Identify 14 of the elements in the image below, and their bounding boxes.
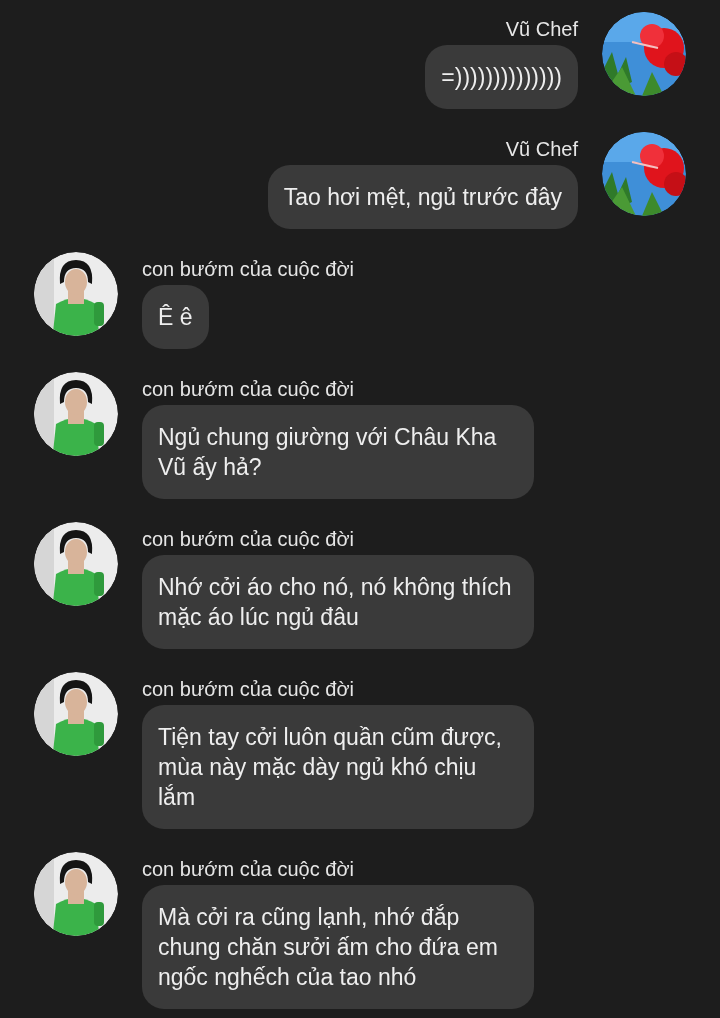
message-bubble: Ngủ chung giường với Châu Kha Vũ ấy hả? bbox=[142, 405, 534, 499]
sender-name: con bướm của cuộc đời bbox=[142, 857, 354, 882]
sender-name: Vũ Chef bbox=[505, 17, 578, 42]
message-bubble: Ê ê bbox=[142, 285, 209, 349]
message-bubble: =)))))))))))))) bbox=[425, 45, 578, 109]
message-bubble: Mà cởi ra cũng lạnh, nhớ đắp chung chăn sưởi ấm cho đứa em ngốc nghếch của tao nhó bbox=[142, 885, 534, 1009]
sender-name: con bướm của cuộc đời bbox=[142, 527, 354, 552]
sender-name: con bướm của cuộc đời bbox=[142, 257, 354, 282]
message-bubble: Tiện tay cởi luôn quần cũm được, mùa này mặc dày ngủ khó chịu lắm bbox=[142, 705, 534, 829]
sender-name: con bướm của cuộc đời bbox=[142, 677, 354, 702]
message-bubble: Nhớ cởi áo cho nó, nó không thích mặc áo lúc ngủ đâu bbox=[142, 555, 534, 649]
sender-name: con bướm của cuộc đời bbox=[142, 377, 354, 402]
sender-name: Vũ Chef bbox=[505, 137, 578, 162]
message-bubble: Tao hơi mệt, ngủ trước đây bbox=[267, 165, 578, 229]
